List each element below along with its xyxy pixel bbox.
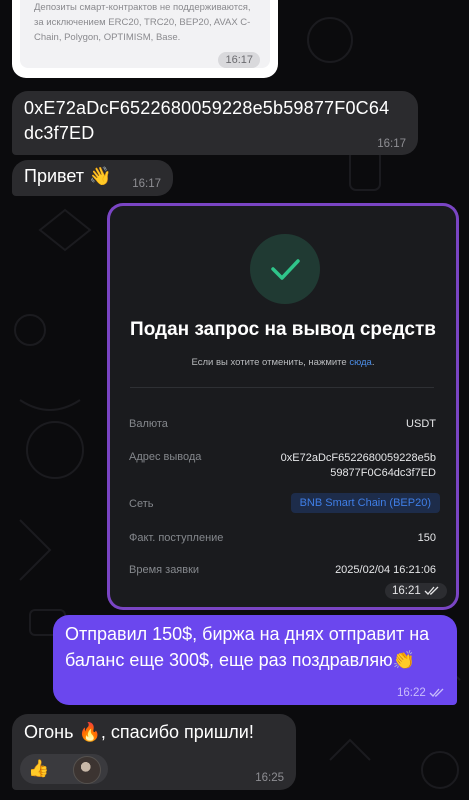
- thumbs-up-icon: 👍: [28, 759, 50, 778]
- message-time: 16:25: [255, 772, 284, 784]
- double-check-icon: [429, 688, 444, 697]
- success-circle: [250, 234, 320, 304]
- message-time-status: 16:22: [397, 687, 445, 699]
- row-value-received: 150: [417, 532, 436, 544]
- quoted-info-text: Депозиты смарт-контрактов не поддерживаю…: [34, 2, 251, 43]
- row-value-currency: USDT: [406, 418, 436, 430]
- message-text: Привет 👋: [24, 166, 112, 186]
- message-text: 0xE72aDcF6522680059228e5b59877F0C64dc3f7…: [24, 98, 390, 143]
- message-time: 16:17: [132, 178, 161, 190]
- message-time-badge: 16:21: [385, 583, 447, 599]
- withdraw-subtitle: Если вы хотите отменить, нажмите сюда.: [110, 357, 456, 368]
- subtitle-end: .: [371, 357, 375, 368]
- message-time: 16:17: [377, 138, 406, 150]
- check-icon: [271, 259, 300, 280]
- avatar: [73, 756, 101, 784]
- quoted-info-card[interactable]: Депозиты смарт-контрактов не поддерживаю…: [12, 0, 278, 78]
- double-check-icon: [424, 586, 439, 595]
- address-line-1: 0xE72aDcF6522680059228e5b: [280, 452, 436, 464]
- network-badge: BNB Smart Chain (BEP20): [290, 493, 440, 513]
- incoming-message-reply[interactable]: Огонь 🔥, спасибо пришли! 👍 16:25: [12, 714, 296, 790]
- message-text: Отправил 150$, биржа на днях отправит на…: [65, 624, 430, 670]
- row-label-received: Факт. поступление: [129, 532, 224, 544]
- subtitle-text: Если вы хотите отменить, нажмите: [191, 357, 350, 368]
- reaction-chip[interactable]: 👍: [20, 754, 108, 784]
- address-line-2: 59877F0C64dc3f7ED: [330, 467, 436, 479]
- withdrawal-screenshot: Подан запрос на вывод средств Если вы хо…: [110, 206, 456, 607]
- message-time: 16:21: [392, 585, 421, 597]
- outgoing-message[interactable]: Отправил 150$, биржа на днях отправит на…: [53, 615, 457, 705]
- withdraw-title: Подан запрос на вывод средств: [130, 319, 436, 340]
- withdrawal-screenshot-message[interactable]: Подан запрос на вывод средств Если вы хо…: [107, 203, 459, 610]
- row-label-address: Адрес вывода: [129, 451, 202, 463]
- row-label-time: Время заявки: [129, 564, 200, 576]
- message-text: Огонь 🔥, спасибо пришли!: [24, 722, 254, 742]
- row-label-currency: Валюта: [129, 418, 168, 430]
- divider: [130, 387, 434, 388]
- row-value-time: 2025/02/04 16:21:06: [335, 564, 436, 576]
- cancel-link: сюда: [349, 357, 372, 368]
- incoming-message-address[interactable]: 0xE72aDcF6522680059228e5b59877F0C64dc3f7…: [12, 91, 418, 155]
- message-time: 16:22: [397, 687, 426, 699]
- incoming-message-greeting[interactable]: Привет 👋 16:17: [12, 160, 173, 196]
- message-time: 16:17: [218, 52, 260, 68]
- row-value-address: 0xE72aDcF6522680059228e5b 59877F0C64dc3f7…: [281, 451, 436, 481]
- row-label-network: Сеть: [129, 498, 154, 510]
